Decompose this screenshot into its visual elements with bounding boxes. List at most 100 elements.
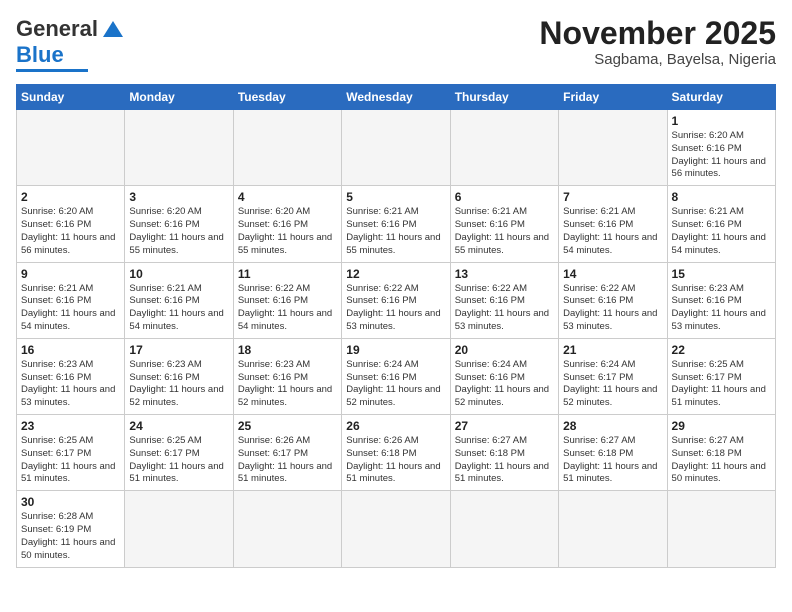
cell-info: Sunrise: 6:21 AMSunset: 6:16 PMDaylight:… — [346, 206, 445, 257]
calendar-cell: 1 Sunrise: 6:20 AMSunset: 6:16 PMDaylight… — [667, 110, 775, 186]
calendar-cell: 29 Sunrise: 6:27 AMSunset: 6:18 PMDayligh… — [667, 415, 775, 491]
day-number: 20 — [455, 343, 554, 357]
day-number: 19 — [346, 343, 445, 357]
calendar-row-1: 1 Sunrise: 6:20 AMSunset: 6:16 PMDaylight… — [17, 110, 776, 186]
cell-info: Sunrise: 6:23 AMSunset: 6:16 PMDaylight:… — [129, 359, 228, 410]
calendar-cell: 16 Sunrise: 6:23 AMSunset: 6:16 PMDayligh… — [17, 338, 125, 414]
calendar-cell: 12 Sunrise: 6:22 AMSunset: 6:16 PMDayligh… — [342, 262, 450, 338]
cell-info: Sunrise: 6:27 AMSunset: 6:18 PMDaylight:… — [672, 435, 771, 486]
calendar-cell: 4 Sunrise: 6:20 AMSunset: 6:16 PMDaylight… — [233, 186, 341, 262]
calendar-row-4: 16 Sunrise: 6:23 AMSunset: 6:16 PMDayligh… — [17, 338, 776, 414]
day-number: 24 — [129, 419, 228, 433]
day-number: 12 — [346, 267, 445, 281]
calendar-cell: 21Sunrise: 6:24 AMSunset: 6:17 PMDayligh… — [559, 338, 667, 414]
day-number: 17 — [129, 343, 228, 357]
calendar-cell — [125, 110, 233, 186]
calendar-cell: 24 Sunrise: 6:25 AMSunset: 6:17 PMDayligh… — [125, 415, 233, 491]
cell-info: Sunrise: 6:20 AMSunset: 6:16 PMDaylight:… — [21, 206, 120, 257]
cell-info: Sunrise: 6:22 AMSunset: 6:16 PMDaylight:… — [346, 283, 445, 334]
cell-info: Sunrise: 6:20 AMSunset: 6:16 PMDaylight:… — [672, 130, 771, 181]
cell-info: Sunrise: 6:21 AMSunset: 6:16 PMDaylight:… — [21, 283, 120, 334]
calendar-cell — [125, 491, 233, 567]
cell-info: Sunrise: 6:28 AMSunset: 6:19 PMDaylight:… — [21, 511, 120, 562]
calendar-cell — [450, 491, 558, 567]
calendar-header-friday: Friday — [559, 85, 667, 110]
cell-info: Sunrise: 6:22 AMSunset: 6:16 PMDaylight:… — [563, 283, 662, 334]
calendar-cell: 6Sunrise: 6:21 AMSunset: 6:16 PMDaylight… — [450, 186, 558, 262]
calendar-cell: 13 Sunrise: 6:22 AMSunset: 6:16 PMDayligh… — [450, 262, 558, 338]
cell-info: Sunrise: 6:23 AMSunset: 6:16 PMDaylight:… — [672, 283, 771, 334]
day-number: 4 — [238, 190, 337, 204]
cell-info: Sunrise: 6:25 AMSunset: 6:17 PMDaylight:… — [21, 435, 120, 486]
calendar-cell — [233, 491, 341, 567]
cell-info: Sunrise: 6:21 AMSunset: 6:16 PMDaylight:… — [455, 206, 554, 257]
calendar-cell — [233, 110, 341, 186]
calendar-cell — [559, 491, 667, 567]
day-number: 14 — [563, 267, 662, 281]
page-header: General Blue November 2025 Sagbama, Baye… — [16, 16, 776, 72]
cell-info: Sunrise: 6:24 AMSunset: 6:17 PMDaylight:… — [563, 359, 662, 410]
calendar-row-3: 9Sunrise: 6:21 AMSunset: 6:16 PMDaylight… — [17, 262, 776, 338]
day-number: 5 — [346, 190, 445, 204]
calendar-cell: 9Sunrise: 6:21 AMSunset: 6:16 PMDaylight… — [17, 262, 125, 338]
calendar-header-thursday: Thursday — [450, 85, 558, 110]
calendar-cell — [450, 110, 558, 186]
calendar-cell: 3 Sunrise: 6:20 AMSunset: 6:16 PMDaylight… — [125, 186, 233, 262]
cell-info: Sunrise: 6:27 AMSunset: 6:18 PMDaylight:… — [563, 435, 662, 486]
day-number: 15 — [672, 267, 771, 281]
day-number: 16 — [21, 343, 120, 357]
calendar-cell: 15 Sunrise: 6:23 AMSunset: 6:16 PMDayligh… — [667, 262, 775, 338]
day-number: 7 — [563, 190, 662, 204]
cell-info: Sunrise: 6:20 AMSunset: 6:16 PMDaylight:… — [238, 206, 337, 257]
day-number: 1 — [672, 114, 771, 128]
calendar-cell: 30 Sunrise: 6:28 AMSunset: 6:19 PMDayligh… — [17, 491, 125, 567]
cell-info: Sunrise: 6:23 AMSunset: 6:16 PMDaylight:… — [21, 359, 120, 410]
calendar-cell: 19Sunrise: 6:24 AMSunset: 6:16 PMDayligh… — [342, 338, 450, 414]
calendar-cell: 14 Sunrise: 6:22 AMSunset: 6:16 PMDayligh… — [559, 262, 667, 338]
cell-info: Sunrise: 6:27 AMSunset: 6:18 PMDaylight:… — [455, 435, 554, 486]
day-number: 23 — [21, 419, 120, 433]
day-number: 30 — [21, 495, 120, 509]
cell-info: Sunrise: 6:20 AMSunset: 6:16 PMDaylight:… — [129, 206, 228, 257]
day-number: 25 — [238, 419, 337, 433]
logo-underline — [16, 69, 88, 72]
cell-info: Sunrise: 6:25 AMSunset: 6:17 PMDaylight:… — [129, 435, 228, 486]
cell-info: Sunrise: 6:22 AMSunset: 6:16 PMDaylight:… — [455, 283, 554, 334]
cell-info: Sunrise: 6:23 AMSunset: 6:16 PMDaylight:… — [238, 359, 337, 410]
calendar-cell: 5 Sunrise: 6:21 AMSunset: 6:16 PMDaylight… — [342, 186, 450, 262]
day-number: 26 — [346, 419, 445, 433]
day-number: 3 — [129, 190, 228, 204]
day-number: 28 — [563, 419, 662, 433]
calendar-cell: 25Sunrise: 6:26 AMSunset: 6:17 PMDayligh… — [233, 415, 341, 491]
calendar-cell: 27 Sunrise: 6:27 AMSunset: 6:18 PMDayligh… — [450, 415, 558, 491]
day-number: 10 — [129, 267, 228, 281]
day-number: 11 — [238, 267, 337, 281]
calendar-cell: 7Sunrise: 6:21 AMSunset: 6:16 PMDaylight… — [559, 186, 667, 262]
calendar-row-6: 30 Sunrise: 6:28 AMSunset: 6:19 PMDayligh… — [17, 491, 776, 567]
day-number: 13 — [455, 267, 554, 281]
calendar-cell — [342, 491, 450, 567]
calendar-cell: 2Sunrise: 6:20 AMSunset: 6:16 PMDaylight… — [17, 186, 125, 262]
day-number: 22 — [672, 343, 771, 357]
calendar-cell: 18Sunrise: 6:23 AMSunset: 6:16 PMDayligh… — [233, 338, 341, 414]
calendar-header-saturday: Saturday — [667, 85, 775, 110]
calendar-cell: 28 Sunrise: 6:27 AMSunset: 6:18 PMDayligh… — [559, 415, 667, 491]
title-block: November 2025 Sagbama, Bayelsa, Nigeria — [539, 16, 776, 68]
calendar-cell — [559, 110, 667, 186]
calendar-row-2: 2Sunrise: 6:20 AMSunset: 6:16 PMDaylight… — [17, 186, 776, 262]
calendar-header-sunday: Sunday — [17, 85, 125, 110]
calendar-header-tuesday: Tuesday — [233, 85, 341, 110]
cell-info: Sunrise: 6:21 AMSunset: 6:16 PMDaylight:… — [672, 206, 771, 257]
calendar-cell — [17, 110, 125, 186]
calendar-cell: 8Sunrise: 6:21 AMSunset: 6:16 PMDaylight… — [667, 186, 775, 262]
cell-info: Sunrise: 6:25 AMSunset: 6:17 PMDaylight:… — [672, 359, 771, 410]
calendar-cell: 26Sunrise: 6:26 AMSunset: 6:18 PMDayligh… — [342, 415, 450, 491]
calendar-cell: 10Sunrise: 6:21 AMSunset: 6:16 PMDayligh… — [125, 262, 233, 338]
month-title: November 2025 — [539, 16, 776, 51]
calendar-cell: 20Sunrise: 6:24 AMSunset: 6:16 PMDayligh… — [450, 338, 558, 414]
day-number: 29 — [672, 419, 771, 433]
calendar-header-row: SundayMondayTuesdayWednesdayThursdayFrid… — [17, 85, 776, 110]
day-number: 27 — [455, 419, 554, 433]
calendar-cell — [342, 110, 450, 186]
calendar-header-wednesday: Wednesday — [342, 85, 450, 110]
